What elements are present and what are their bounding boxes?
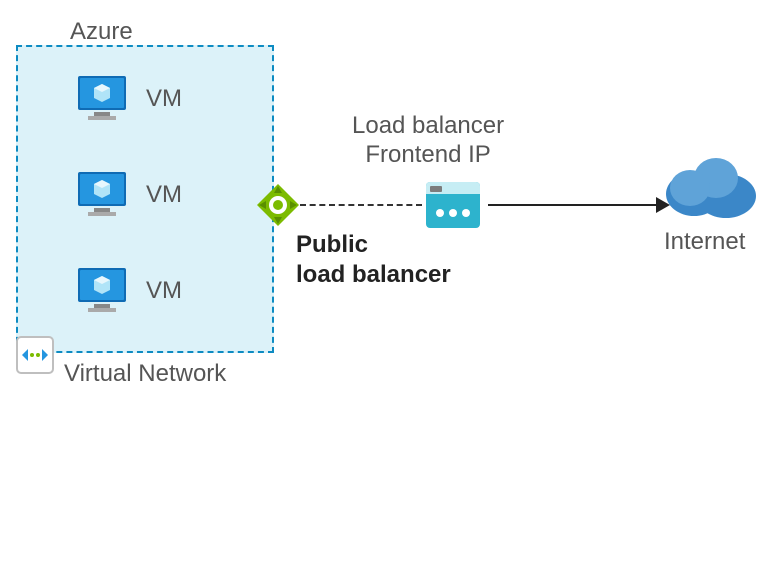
connector-arrow bbox=[488, 204, 660, 206]
azure-label: Azure bbox=[70, 18, 133, 46]
lb-title-line1: Public bbox=[296, 230, 451, 260]
lb-title-line2: load balancer bbox=[296, 260, 451, 290]
frontend-line1: Load balancer bbox=[352, 112, 504, 141]
frontend-line2: Frontend IP bbox=[352, 141, 504, 170]
load-balancer-label: Public load balancer bbox=[296, 230, 451, 290]
frontend-ip-icon bbox=[424, 180, 482, 230]
frontend-ip-label: Load balancer Frontend IP bbox=[352, 112, 504, 170]
virtual-network-label: Virtual Network bbox=[64, 360, 226, 388]
vm-icon bbox=[76, 74, 128, 124]
connector-dashed bbox=[300, 204, 422, 206]
internet-label: Internet bbox=[664, 228, 745, 256]
load-balancer-icon bbox=[257, 184, 299, 226]
vm-label: VM bbox=[146, 85, 182, 113]
vm-item: VM bbox=[76, 74, 182, 124]
vm-icon bbox=[76, 266, 128, 316]
vm-item: VM bbox=[76, 266, 182, 316]
vm-icon bbox=[76, 170, 128, 220]
internet-cloud-icon bbox=[660, 152, 760, 220]
vm-item: VM bbox=[76, 170, 182, 220]
vm-label: VM bbox=[146, 181, 182, 209]
virtual-network-icon bbox=[16, 336, 54, 374]
vm-label: VM bbox=[146, 277, 182, 305]
